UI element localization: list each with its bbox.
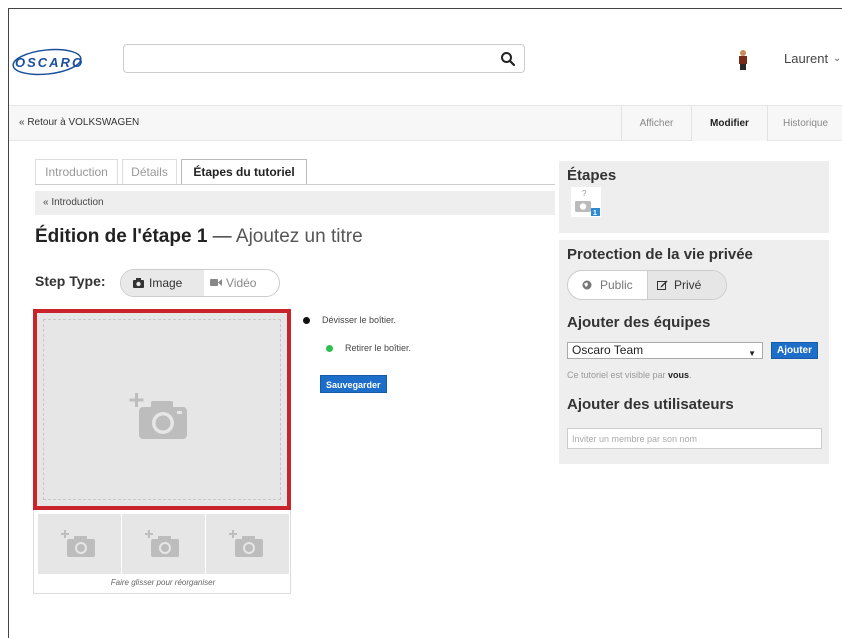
teams-title: Ajouter des équipes (567, 314, 711, 331)
step-title-prefix: Édition de l'étape 1 (35, 226, 208, 247)
tab-details[interactable]: Détails (122, 159, 177, 184)
search-icon[interactable] (500, 51, 516, 67)
tab-etapes[interactable]: Étapes du tutoriel (181, 159, 307, 185)
step-type-image-button[interactable]: Image (121, 270, 204, 296)
intro-breadcrumb: « Introduction (35, 191, 555, 215)
search-input[interactable] (130, 49, 490, 69)
main-image-dropzone[interactable] (33, 309, 291, 510)
team-select-value: Oscaro Team (572, 343, 644, 357)
privacy-public-button[interactable]: Public (568, 271, 647, 299)
video-camera-icon (210, 279, 222, 286)
bullet-dot-black (303, 317, 310, 324)
app-window: OSCARO Laurent ⌄ « Retour à VOLKSWAGEN A… (8, 8, 842, 638)
thumbnail-slot-3[interactable] (206, 514, 289, 574)
add-photo-icon[interactable] (127, 383, 197, 443)
oscaro-logo[interactable]: OSCARO (11, 47, 83, 77)
team-select[interactable]: Oscaro Team ▼ (567, 342, 763, 359)
visibility-note-bold: vous (668, 370, 690, 380)
thumbnail-slot-2[interactable] (122, 514, 205, 574)
step-thumb-number: 1 (593, 210, 597, 217)
visibility-note: Ce tutoriel est visible par vous. (567, 370, 692, 380)
steps-title: Étapes (567, 167, 617, 184)
add-photo-icon (229, 530, 263, 557)
bullet-line-1[interactable]: Dévisser le boîtier. (322, 315, 396, 325)
view-tab-modifier[interactable]: Modifier (691, 106, 767, 141)
view-tab-historique[interactable]: Historique (767, 106, 842, 141)
step-type-toggle: Image Vidéo (120, 269, 280, 297)
dropdown-arrow-icon: ▼ (748, 349, 756, 358)
chevron-down-icon[interactable]: ⌄ (833, 53, 841, 64)
step-title-input[interactable]: Ajoutez un titre (236, 226, 363, 247)
invite-user-field[interactable] (567, 428, 822, 449)
visibility-note-prefix: Ce tutoriel est visible par (567, 370, 669, 380)
logo-text: OSCARO (15, 55, 83, 70)
step-type-image-label: Image (149, 276, 183, 290)
step-title-dash: — (207, 226, 236, 247)
camera-icon (133, 278, 144, 288)
add-photo-icon (61, 530, 95, 557)
save-button[interactable]: Sauvegarder (320, 375, 387, 393)
thumbnail-strip: Faire glisser pour réorganiser (33, 510, 291, 594)
search-box[interactable] (123, 44, 525, 73)
bullet-dot-green[interactable] (326, 345, 333, 352)
privacy-prive-button[interactable]: Privé (647, 271, 726, 299)
user-avatar-icon[interactable] (737, 49, 749, 71)
bullet-line-2[interactable]: Retirer le boîtier. (345, 343, 411, 353)
intro-link[interactable]: « Introduction (43, 197, 104, 208)
add-photo-icon (145, 530, 179, 557)
tabs-divider (35, 184, 555, 185)
steps-panel: Étapes ? 1 (559, 161, 829, 233)
tab-introduction[interactable]: Introduction (35, 159, 118, 184)
step-title: Édition de l'étape 1 — Ajoutez un titre (35, 226, 363, 248)
privacy-toggle: Public Privé (567, 270, 727, 300)
step-type-label: Step Type: (35, 273, 106, 289)
privacy-title: Protection de la vie privée (567, 246, 753, 263)
globe-icon (582, 280, 592, 290)
add-team-button[interactable]: Ajouter (771, 342, 818, 359)
visibility-note-suffix: . (689, 370, 692, 380)
breadcrumb-bar: « Retour à VOLKSWAGEN Afficher Modifier … (9, 105, 842, 141)
privacy-prive-label: Privé (674, 278, 702, 292)
step-type-video-label: Vidéo (226, 276, 257, 290)
settings-panel: Protection de la vie privée Public Privé… (559, 240, 829, 464)
privacy-public-label: Public (600, 278, 633, 292)
step-1-thumbnail[interactable]: ? 1 (571, 187, 601, 217)
svg-text:?: ? (582, 189, 587, 198)
user-name[interactable]: Laurent (784, 51, 828, 66)
thumbnail-slot-1[interactable] (38, 514, 121, 574)
back-link[interactable]: « Retour à VOLKSWAGEN (19, 117, 139, 128)
view-tab-afficher[interactable]: Afficher (621, 106, 691, 141)
invite-user-input[interactable] (568, 429, 821, 449)
site-header: OSCARO Laurent ⌄ (9, 9, 842, 105)
users-title: Ajouter des utilisateurs (567, 396, 734, 413)
drag-hint: Faire glisser pour réorganiser (110, 578, 216, 587)
edit-icon (657, 280, 668, 290)
step-type-video-button[interactable]: Vidéo (204, 270, 279, 296)
